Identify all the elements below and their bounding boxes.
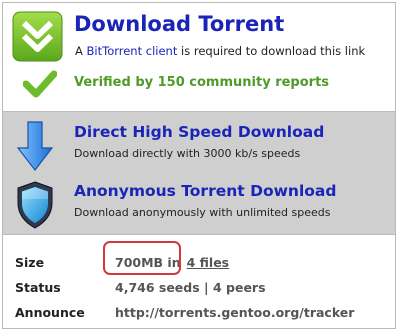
peers-count: 4 peers: [212, 280, 266, 295]
checkmark-icon: [23, 70, 57, 98]
status-label: Status: [15, 280, 61, 295]
page-title[interactable]: Download Torrent: [74, 12, 284, 36]
direct-download-subtitle: Download directly with 3000 kb/s speeds: [74, 147, 301, 160]
subtitle-prefix: A: [75, 44, 87, 58]
size-row: Size 700MB in 4 files: [3, 251, 395, 275]
status-value: 4,746 seeds | 4 peers: [115, 280, 266, 295]
announce-value: http://torrents.gentoo.org/tracker: [115, 305, 355, 320]
direct-download-option[interactable]: Direct High Speed Download Download dire…: [3, 116, 395, 174]
subtitle-suffix: is required to download this link: [177, 44, 366, 58]
subtitle: A BitTorrent client is required to downl…: [75, 44, 365, 58]
bittorrent-client-link[interactable]: BitTorrent client: [87, 44, 178, 58]
header: Download Torrent A BitTorrent client is …: [3, 3, 395, 111]
files-link[interactable]: 4 files: [187, 255, 230, 270]
torrent-download-panel: Download Torrent A BitTorrent client is …: [2, 2, 396, 329]
seeds-count: 4,746 seeds: [115, 280, 200, 295]
announce-label: Announce: [15, 305, 85, 320]
download-chevron-icon[interactable]: [12, 11, 63, 62]
status-row: Status 4,746 seeds | 4 peers: [3, 276, 395, 300]
status-separator: |: [199, 280, 213, 295]
torrent-details: Size 700MB in 4 files Status 4,746 seeds …: [3, 239, 395, 328]
shield-icon: [17, 181, 53, 229]
announce-row: Announce http://torrents.gentoo.org/trac…: [3, 301, 395, 325]
size-highlight-annotation: [103, 241, 181, 275]
anonymous-download-subtitle: Download anonymously with unlimited spee…: [74, 206, 331, 219]
direct-download-title[interactable]: Direct High Speed Download: [74, 123, 324, 141]
down-arrow-icon: [16, 121, 54, 171]
anonymous-download-title[interactable]: Anonymous Torrent Download: [74, 182, 336, 200]
verified-text: Verified by 150 community reports: [74, 75, 330, 90]
size-label: Size: [15, 255, 45, 270]
anonymous-download-option[interactable]: Anonymous Torrent Download Download anon…: [3, 175, 395, 233]
download-options: Direct High Speed Download Download dire…: [3, 111, 395, 235]
